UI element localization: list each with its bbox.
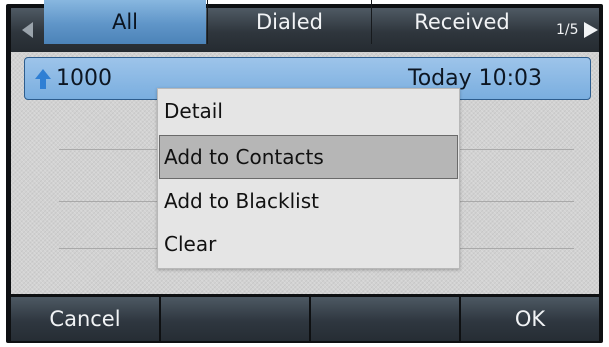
option-menu: Detail Add to Contacts Add to Blacklist … <box>157 88 460 269</box>
menu-item-add-to-blacklist[interactable]: Add to Blacklist <box>158 179 459 223</box>
tab-dialed[interactable]: Dialed <box>207 0 371 44</box>
softkey-2-button[interactable] <box>161 297 309 341</box>
menu-item-label: Add to Contacts <box>164 145 324 169</box>
tab-all-label: All <box>111 10 139 34</box>
ok-button[interactable]: OK <box>461 297 599 341</box>
triangle-right-icon <box>584 22 598 38</box>
menu-item-clear[interactable]: Clear <box>158 222 459 266</box>
page-number: 1/5 <box>556 22 579 38</box>
outgoing-call-arrow-icon <box>34 68 52 94</box>
tab-dialed-label: Dialed <box>256 10 323 34</box>
softkey-3-button[interactable] <box>311 297 459 341</box>
menu-item-label: Detail <box>164 99 223 123</box>
menu-item-label: Add to Blacklist <box>164 189 319 213</box>
tab-all[interactable]: All <box>44 0 206 44</box>
menu-item-detail[interactable]: Detail <box>158 89 459 133</box>
cancel-button-label: Cancel <box>49 307 121 331</box>
menu-item-add-to-contacts[interactable]: Add to Contacts <box>159 135 458 179</box>
softkey-bar: Cancel OK <box>11 297 599 341</box>
scroll-left-button[interactable] <box>11 8 43 52</box>
tab-received[interactable]: Received <box>371 0 552 44</box>
menu-item-label: Clear <box>164 232 217 256</box>
triangle-left-icon <box>22 22 33 38</box>
scroll-right-button[interactable] <box>583 21 599 39</box>
call-entry-number: 1000 <box>56 66 112 91</box>
ok-button-label: OK <box>514 307 546 331</box>
page-indicator[interactable]: 1/5 <box>552 8 599 52</box>
cancel-button[interactable]: Cancel <box>11 297 159 341</box>
tab-received-label: Received <box>414 10 510 34</box>
